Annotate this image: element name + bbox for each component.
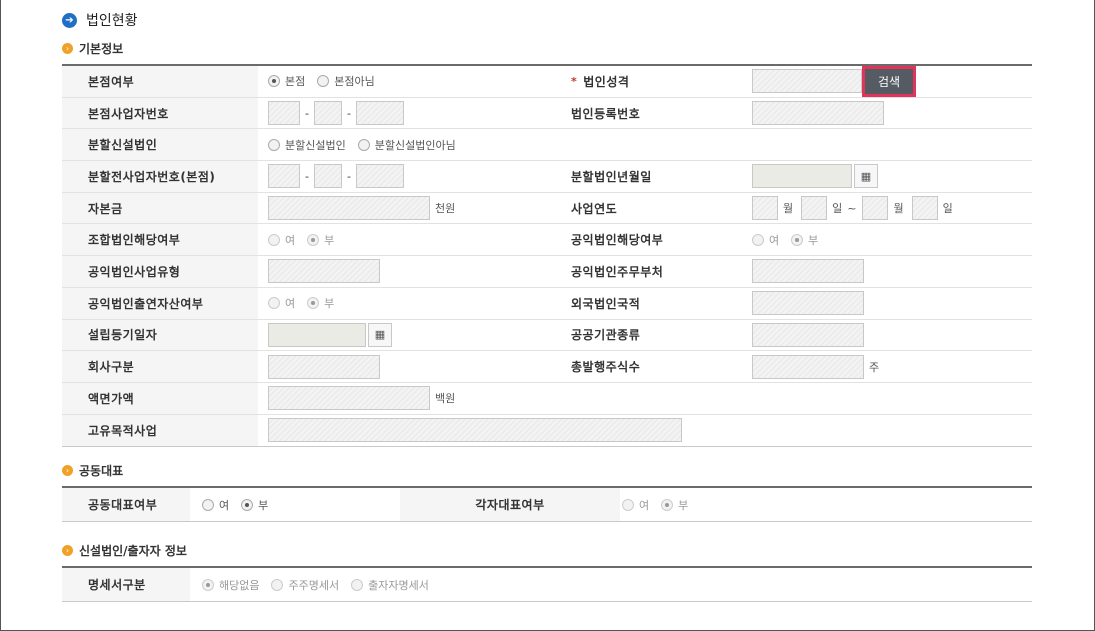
radio-union-yes[interactable]: 여 <box>268 232 295 248</box>
radio-separate-no[interactable]: 부 <box>661 497 688 513</box>
label-split-date: 분할법인년월일 <box>571 169 652 184</box>
fy-end-month[interactable] <box>862 196 889 221</box>
table-row: 조합법인해당여부 여 부 공익법인해당여부 여 부 <box>62 224 1032 257</box>
unique-purpose-field[interactable] <box>268 418 682 443</box>
radio-split-no[interactable]: 분할신설법인아님 <box>357 137 456 153</box>
calendar-icon[interactable]: ▦ <box>368 322 392 347</box>
table-row: 회사구분 총발행주식수 주 <box>62 351 1032 383</box>
fy-end-day[interactable] <box>911 196 938 221</box>
radio-contrib-no[interactable]: 부 <box>307 295 334 311</box>
label-hq-status: 본점여부 <box>62 66 258 97</box>
table-row: 명세서구분 해당없음 주주명세서 출자자명세서 <box>62 568 1032 601</box>
label-foreign-nationality: 외국법인국적 <box>571 296 641 311</box>
label-corp-type: * 법인성격 <box>571 74 630 89</box>
public-biz-type-field[interactable] <box>268 259 380 284</box>
public-ministry-field[interactable] <box>752 259 864 284</box>
label-registration-date: 설립등기일자 <box>62 319 258 351</box>
radio-hq-yes[interactable]: 본점 <box>268 73 305 89</box>
label-fiscal-year: 사업연도 <box>571 201 618 216</box>
table-row: 본점사업자번호 - - 법인등록번호 <box>62 97 1032 130</box>
total-shares-field[interactable] <box>752 354 864 379</box>
table-row: 자본금 천원 사업연도 월 일 ~ 월 일 <box>62 192 1032 225</box>
calendar-icon[interactable]: ▦ <box>854 164 878 189</box>
foreign-nationality-field[interactable] <box>752 291 864 316</box>
radio-public-no[interactable]: 부 <box>791 232 818 248</box>
radio-joint-yes[interactable]: 여 <box>202 497 229 513</box>
table-row: 분할전사업자번호(본점) - - 분할법인년월일 ▦ <box>62 161 1032 193</box>
arrow-circle-icon: ➔ <box>62 12 77 28</box>
section-new-corp-title: › 신설법인/출자자 정보 <box>62 542 187 558</box>
hq-biz-no-part3[interactable] <box>355 101 404 126</box>
label-corp-reg-no: 법인등록번호 <box>571 106 641 121</box>
radio-joint-no[interactable]: 부 <box>241 497 268 513</box>
label-pre-split-biz-no: 분할전사업자번호(본점) <box>62 161 258 192</box>
table-row: 공익법인사업유형 공익법인주무부처 <box>62 256 1032 288</box>
radio-statement-shareholder[interactable]: 주주명세서 <box>271 577 339 593</box>
bullet-icon: › <box>62 464 73 476</box>
fy-start-day[interactable] <box>801 196 828 221</box>
label-public-contrib-asset: 공익법인출연자산여부 <box>62 287 258 319</box>
corp-reg-no-field[interactable] <box>752 101 884 126</box>
radio-hq-no[interactable]: 본점아님 <box>317 73 375 89</box>
fy-start-month[interactable] <box>752 196 778 221</box>
label-public-corp: 공익법인해당여부 <box>571 233 664 248</box>
joint-rep-table: 공동대표여부 여 부 각자대표여부 여 부 <box>62 486 1032 522</box>
label-public-biz-type: 공익법인사업유형 <box>62 256 258 287</box>
basic-info-table: 본점여부 본점 본점아님 * 법인성격 검색 본점사업자번호 - - 법인등록번호… <box>62 64 1032 448</box>
radio-statement-investor[interactable]: 출자자명세서 <box>351 577 429 593</box>
radio-public-yes[interactable]: 여 <box>752 232 779 248</box>
new-corp-table: 명세서구분 해당없음 주주명세서 출자자명세서 <box>62 566 1032 602</box>
capital-field[interactable] <box>268 196 430 221</box>
radio-separate-yes[interactable]: 여 <box>622 497 649 513</box>
registration-date-field[interactable] <box>268 322 366 347</box>
label-unique-purpose: 고유목적사업 <box>62 414 258 447</box>
split-date-field[interactable] <box>752 164 852 189</box>
pre-split-biz-no-part3[interactable] <box>355 164 404 189</box>
section-basic-title: › 기본정보 <box>62 40 123 56</box>
section-joint-title: › 공동대표 <box>62 462 123 478</box>
hq-biz-no-part2[interactable] <box>313 101 342 126</box>
label-company-type: 회사구분 <box>62 351 258 382</box>
face-value-field[interactable] <box>268 386 430 411</box>
radio-statement-none[interactable]: 해당없음 <box>202 577 259 593</box>
label-capital: 자본금 <box>62 192 258 224</box>
required-icon: * <box>571 74 578 88</box>
label-hq-biz-no: 본점사업자번호 <box>62 97 258 129</box>
label-public-org-type: 공공기관종류 <box>571 328 641 343</box>
radio-contrib-yes[interactable]: 여 <box>268 295 295 311</box>
pre-split-biz-no-part2[interactable] <box>313 164 342 189</box>
label-split-new-corp: 분할신설법인 <box>62 129 258 161</box>
label-union-corp: 조합법인해당여부 <box>62 224 258 256</box>
bullet-icon: › <box>62 42 73 54</box>
label-separate-rep: 각자대표여부 <box>400 488 620 521</box>
pre-split-biz-no-part1[interactable] <box>268 164 300 189</box>
bullet-icon: › <box>62 544 73 556</box>
table-row: 본점여부 본점 본점아님 * 법인성격 검색 <box>62 65 1032 98</box>
table-row: 공동대표여부 여 부 각자대표여부 여 부 <box>62 488 1032 521</box>
hq-biz-no-part1[interactable] <box>268 101 300 126</box>
corp-type-field[interactable] <box>752 69 862 94</box>
public-org-type-field[interactable] <box>752 322 864 347</box>
label-face-value: 액면가액 <box>62 382 258 414</box>
radio-split-yes[interactable]: 분할신설법인 <box>268 137 346 153</box>
label-joint-rep: 공동대표여부 <box>62 488 190 521</box>
search-button[interactable]: 검색 <box>862 65 916 97</box>
table-row: 설립등기일자 ▦ 공공기관종류 <box>62 319 1032 352</box>
page-title: ➔ 법인현황 <box>62 10 138 30</box>
radio-union-no[interactable]: 부 <box>307 232 334 248</box>
table-row: 액면가액 백원 <box>62 382 1032 415</box>
label-total-shares: 총발행주식수 <box>571 360 641 375</box>
label-statement-type: 명세서구분 <box>62 568 190 601</box>
table-row: 공익법인출연자산여부 여 부 외국법인국적 <box>62 287 1032 320</box>
company-type-field[interactable] <box>268 354 380 379</box>
label-public-ministry: 공익법인주무부처 <box>571 264 664 279</box>
table-row: 분할신설법인 분할신설법인 분할신설법인아님 <box>62 129 1032 162</box>
table-row: 고유목적사업 <box>62 414 1032 447</box>
